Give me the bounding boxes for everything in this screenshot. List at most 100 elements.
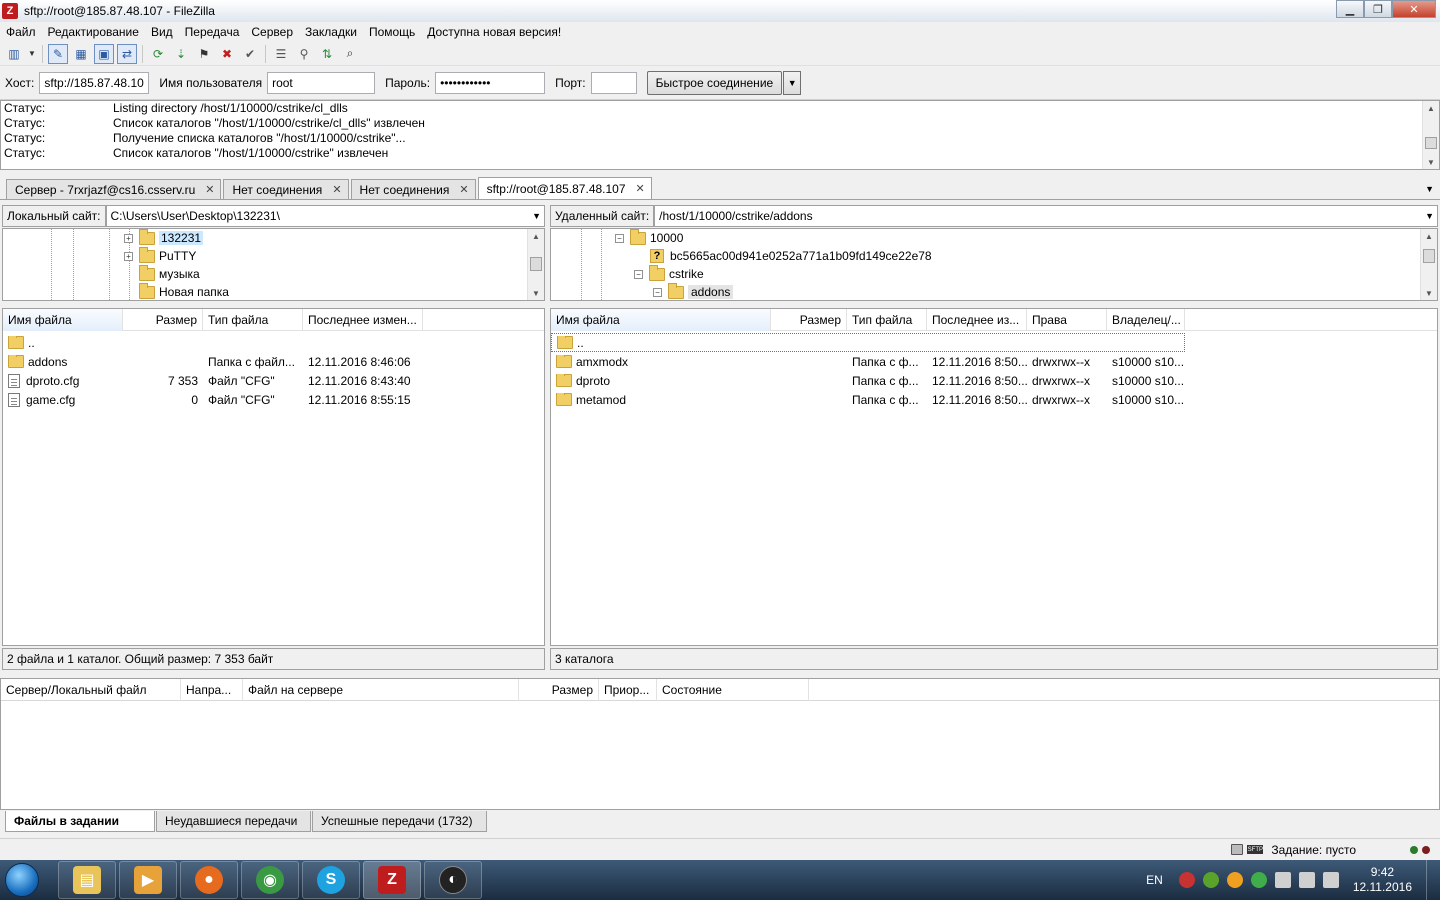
close-tab-icon[interactable]: ✕ xyxy=(636,182,645,195)
menu-help[interactable]: Помощь xyxy=(363,25,421,39)
close-tab-icon[interactable]: ✕ xyxy=(332,183,341,196)
menu-view[interactable]: Вид xyxy=(145,25,179,39)
start-button[interactable] xyxy=(0,860,44,900)
clock[interactable]: 9:42 12.11.2016 xyxy=(1353,865,1412,895)
collapse-icon[interactable]: − xyxy=(634,269,643,279)
tab-successful-transfers[interactable]: Успешные передачи (1732) xyxy=(312,811,487,832)
menu-server[interactable]: Сервер xyxy=(245,25,299,39)
language-indicator[interactable]: EN xyxy=(1146,873,1163,887)
remote-path-combobox[interactable]: /host/1/10000/cstrike/addons ▼ xyxy=(654,205,1438,227)
tree-node[interactable]: Новая папка xyxy=(139,282,229,300)
host-input[interactable] xyxy=(39,71,150,94)
chevron-down-icon[interactable]: ▼ xyxy=(1425,211,1434,221)
tree-node[interactable]: − addons xyxy=(653,282,734,300)
tree-node[interactable]: − 10000 xyxy=(615,229,683,247)
search-files-icon[interactable]: ⌕ xyxy=(340,44,360,64)
list-item[interactable]: dproto.cfg 7 353 Файл "CFG" 12.11.2016 8… xyxy=(3,371,423,390)
log-scroll-thumb[interactable] xyxy=(1425,137,1437,149)
site-manager-icon[interactable]: ▥ xyxy=(4,44,24,64)
column-size[interactable]: Размер xyxy=(519,679,599,701)
menu-transfer[interactable]: Передача xyxy=(179,25,246,39)
column-permissions[interactable]: Права xyxy=(1027,309,1107,331)
tree-node[interactable]: +132231 xyxy=(124,229,204,247)
tab-no-connection[interactable]: Нет соединения ✕ xyxy=(223,179,349,199)
site-manager-dropdown-icon[interactable]: ▼ xyxy=(27,44,37,64)
maximize-button[interactable]: ❐ xyxy=(1364,0,1392,18)
close-button[interactable]: ✕ xyxy=(1392,0,1436,18)
scroll-up-icon[interactable]: ▲ xyxy=(1423,101,1439,115)
tree-node[interactable]: − cstrike xyxy=(634,264,704,283)
column-modified[interactable]: Последнее из... xyxy=(927,309,1027,331)
minimize-button[interactable]: ▁ xyxy=(1336,0,1364,18)
scroll-down-icon[interactable]: ▼ xyxy=(1423,155,1439,169)
local-tree-scroll-thumb[interactable] xyxy=(530,257,542,271)
column-owner[interactable]: Владелец/... xyxy=(1107,309,1185,331)
scroll-down-icon[interactable]: ▼ xyxy=(1421,286,1437,300)
app-tray-icon[interactable] xyxy=(1250,872,1267,888)
port-input[interactable] xyxy=(590,71,637,94)
chevron-down-icon[interactable]: ▼ xyxy=(532,211,541,221)
collapse-icon[interactable]: − xyxy=(653,287,662,297)
local-path-combobox[interactable]: C:\Users\User\Desktop\132231\ ▼ xyxy=(105,205,545,227)
local-tree-scrollbar[interactable]: ▲ ▼ xyxy=(527,229,544,300)
tab-sftp[interactable]: sftp://root@185.87.48.107 ✕ xyxy=(477,177,652,199)
toggle-log-icon[interactable]: ✎ xyxy=(48,43,68,64)
column-type[interactable]: Тип файла xyxy=(847,309,927,331)
column-type[interactable]: Тип файла xyxy=(203,309,303,331)
tab-list-dropdown-icon[interactable]: ▼ xyxy=(1425,184,1434,194)
column-remote-file[interactable]: Файл на сервере xyxy=(243,679,519,701)
taskbar-counter-strike[interactable]: ◐ xyxy=(424,861,482,899)
collapse-icon[interactable]: − xyxy=(615,233,624,243)
remote-tree-scroll-thumb[interactable] xyxy=(1423,249,1435,263)
directory-comparison-icon[interactable]: ⚲ xyxy=(294,44,314,64)
tree-node[interactable]: ? bc5665ac00d941e0252a771a1b09fd149ce22e7… xyxy=(650,247,932,265)
taskbar-filezilla[interactable]: Z xyxy=(363,861,421,899)
directory-listing-filters-icon[interactable]: ☰ xyxy=(271,44,291,64)
taskbar-chrome[interactable]: ◉ xyxy=(241,861,299,899)
column-status[interactable]: Состояние xyxy=(657,679,809,701)
expand-icon[interactable]: + xyxy=(124,233,133,243)
show-desktop-button[interactable] xyxy=(1426,860,1440,900)
taskbar-skype[interactable]: S xyxy=(302,861,360,899)
scroll-down-icon[interactable]: ▼ xyxy=(528,286,544,300)
action-center-flag-icon[interactable] xyxy=(1274,872,1291,888)
toggle-queue-icon[interactable]: ⇄ xyxy=(117,43,137,64)
tab-queued-files[interactable]: Файлы в задании xyxy=(5,811,155,832)
menu-file[interactable]: Файл xyxy=(0,25,42,39)
menu-new-version[interactable]: Доступна новая версия! xyxy=(421,25,567,39)
taskbar-explorer[interactable]: ▤ xyxy=(58,861,116,899)
antivirus-tray-icon[interactable] xyxy=(1178,872,1195,888)
taskbar-media-player[interactable]: ▶ xyxy=(119,861,177,899)
synchronized-browsing-icon[interactable]: ⇅ xyxy=(317,44,337,64)
menu-edit[interactable]: Редактирование xyxy=(42,25,145,39)
list-item[interactable]: amxmodx Папка с ф... 12.11.2016 8:50... … xyxy=(551,352,1185,371)
menu-bookmarks[interactable]: Закладки xyxy=(299,25,363,39)
column-filename[interactable]: Имя файла xyxy=(3,309,123,331)
tab-server[interactable]: Сервер - 7rxrjazf@cs16.csserv.ru ✕ xyxy=(6,179,222,199)
filezilla-app-icon[interactable]: Z xyxy=(2,3,18,19)
quickconnect-history-dropdown[interactable]: ▼ xyxy=(783,70,802,95)
list-item[interactable]: addons Папка с файл... 12.11.2016 8:46:0… xyxy=(3,352,423,371)
toggle-local-tree-icon[interactable]: ▦ xyxy=(71,44,91,64)
disconnect-icon[interactable]: ✖ xyxy=(217,44,237,64)
list-item[interactable]: .. xyxy=(3,333,203,352)
scroll-up-icon[interactable]: ▲ xyxy=(528,229,544,243)
username-input[interactable] xyxy=(267,71,376,94)
orange-tray-icon[interactable] xyxy=(1226,872,1243,888)
column-local-file[interactable]: Сервер/Локальный файл xyxy=(1,679,181,701)
refresh-icon[interactable]: ⟳ xyxy=(148,44,168,64)
list-item[interactable]: dproto Папка с ф... 12.11.2016 8:50... d… xyxy=(551,371,1185,390)
tab-no-connection[interactable]: Нет соединения ✕ xyxy=(350,179,476,199)
column-size[interactable]: Размер xyxy=(123,309,203,331)
taskbar-firefox[interactable]: ● xyxy=(180,861,238,899)
column-size[interactable]: Размер xyxy=(771,309,847,331)
quickconnect-button[interactable]: Быстрое соединение xyxy=(646,70,783,95)
column-priority[interactable]: Приор... xyxy=(599,679,657,701)
tree-node[interactable]: музыка xyxy=(139,264,200,283)
list-item[interactable]: .. xyxy=(551,333,1185,352)
password-input[interactable] xyxy=(435,71,546,94)
column-direction[interactable]: Напра... xyxy=(181,679,243,701)
column-modified[interactable]: Последнее измен... xyxy=(303,309,423,331)
process-queue-icon[interactable]: ⇣ xyxy=(171,44,191,64)
toggle-remote-tree-icon[interactable]: ▣ xyxy=(94,43,114,64)
